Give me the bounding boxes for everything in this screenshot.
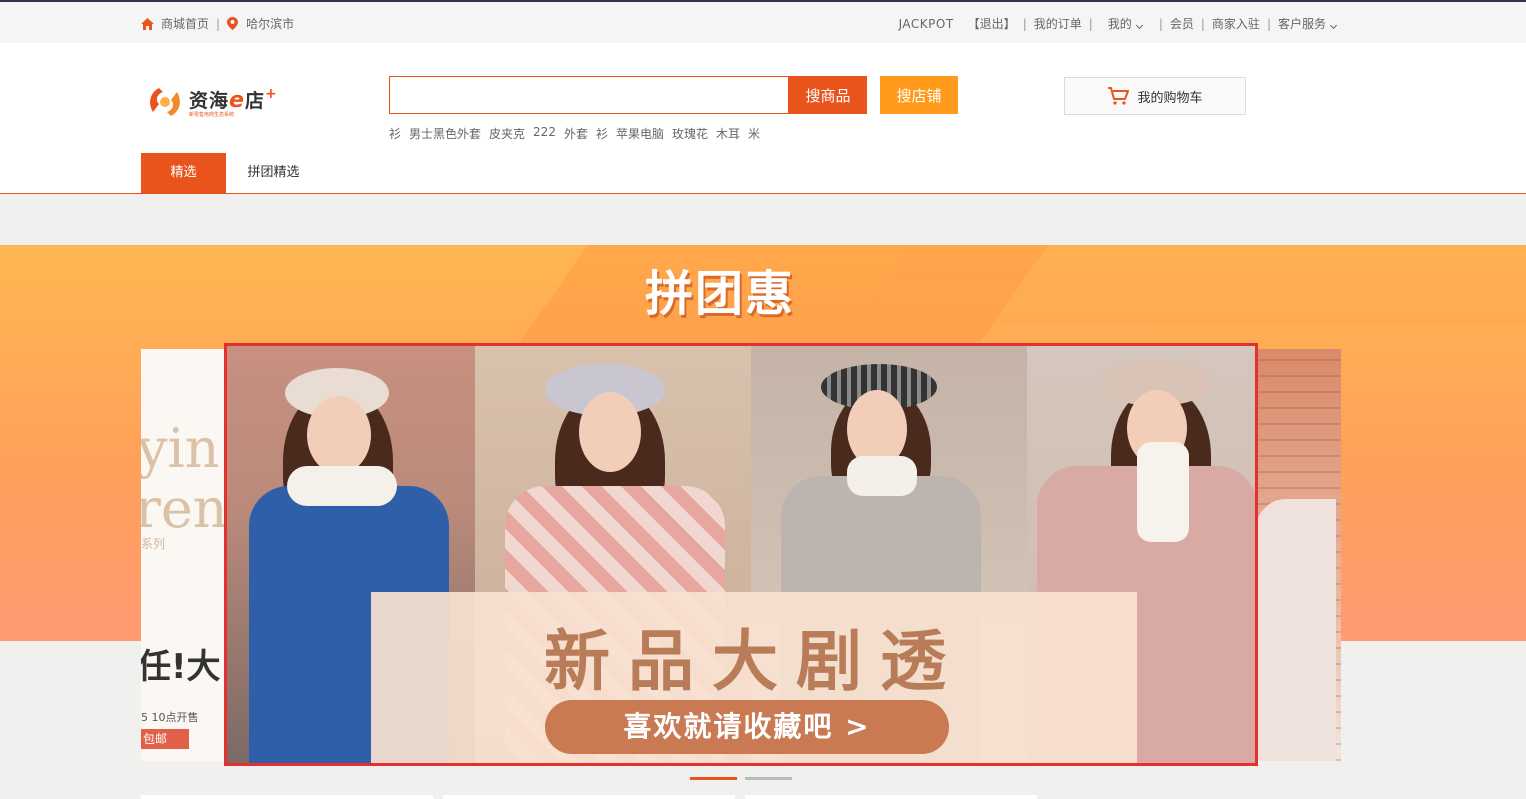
top-bar-left: 商城首页 | 哈尔滨市 [141,15,294,32]
product-card[interactable] [141,795,433,799]
site-logo[interactable]: 资海e店+ 新零售电商生态系统 [145,78,305,126]
logo-text-a: 资海 [189,90,230,112]
top-bar: 商城首页 | 哈尔滨市 JACKPOT 【退出】 | 我的订单 | 我的 | 会… [0,2,1526,43]
product-cards-row [141,795,1341,799]
shopping-cart-icon [1108,87,1130,105]
slide-text: ren [141,477,228,540]
customer-service-label: 客户服务 [1277,17,1326,31]
coat-image [1256,499,1336,761]
tab-group-buy-featured[interactable]: 拼团精选 [226,153,321,193]
hot-word[interactable]: 米 [748,125,760,142]
my-account-menu[interactable]: 我的 [1107,15,1143,32]
separator: | [1022,16,1027,31]
search-shop-button[interactable]: 搜店铺 [880,76,958,114]
carousel-active-slide[interactable]: 新品大剧透 喜欢就请收藏吧 > [224,343,1258,766]
top-bar-right: JACKPOT 【退出】 | 我的订单 | 我的 | 会员 | 商家入驻 | 客… [899,15,1338,32]
separator: | [1200,16,1205,31]
banner-decoration [857,245,1526,325]
hot-search-words: 衫 男士黑色外套 皮夹克 222 外套 衫 苹果电脑 玫瑰花 木耳 米 [389,125,768,142]
shopping-cart-button[interactable]: 我的购物车 [1064,77,1246,115]
slide-badge: 包邮 [141,729,189,749]
separator: | [1266,16,1271,31]
logo-plus: + [264,86,278,102]
slide-text: 任!大 [141,647,221,687]
hot-word[interactable]: 衫 [596,125,608,142]
content-background [0,194,1526,245]
slide-text: yin [141,417,220,480]
city-selector[interactable]: 哈尔滨市 [246,15,294,32]
separator: | [1088,16,1093,31]
tab-featured[interactable]: 精选 [141,153,226,193]
mall-home-link[interactable]: 商城首页 [161,15,209,32]
my-orders-link[interactable]: 我的订单 [1034,15,1082,32]
chevron-down-icon [1329,21,1338,30]
logo-text-e: e [229,88,245,113]
logo-text: 资海e店+ 新零售电商生态系统 [189,86,278,118]
separator: | [1158,16,1163,31]
logo-mark-icon [150,88,180,116]
search-input[interactable] [390,77,788,113]
cart-label: 我的购物车 [1137,90,1203,106]
search-goods-button[interactable]: 搜商品 [789,76,867,114]
carousel-dot-1[interactable] [690,777,737,780]
hot-word[interactable]: 玫瑰花 [672,125,708,142]
favorite-promo-button[interactable]: 喜欢就请收藏吧 > [545,700,949,754]
logo-title: 资海e店+ [189,86,278,113]
logo-text-b: 店 [244,90,265,112]
my-account-label: 我的 [1107,17,1132,31]
carousel-next-slide[interactable] [1256,349,1341,761]
slide-text: 系列 [141,537,166,551]
hot-word[interactable]: 222 [533,125,556,142]
carousel-prev-slide[interactable]: yin ren 系列 任!大 5 10点开售 包邮 [141,349,231,761]
chevron-down-icon [1135,21,1143,30]
hot-word[interactable]: 男士黑色外套 [409,125,481,142]
hot-word[interactable]: 苹果电脑 [616,125,664,142]
hot-word[interactable]: 木耳 [716,125,740,142]
username-link[interactable]: JACKPOT [899,17,954,31]
separator: | [216,16,221,31]
carousel-indicators [690,777,800,780]
logout-link[interactable]: 【退出】 [968,15,1016,32]
product-card[interactable] [745,795,1037,799]
slide-text: 5 10点开售 [141,711,199,724]
group-buy-title: 拼团惠 [644,266,795,322]
location-pin-icon [227,17,239,30]
promo-overlay: 新品大剧透 喜欢就请收藏吧 > [371,592,1137,763]
merchant-join-link[interactable]: 商家入驻 [1212,15,1260,32]
home-icon [141,17,154,30]
carousel-dot-2[interactable] [745,777,792,780]
member-link[interactable]: 会员 [1170,15,1194,32]
promo-title: 新品大剧透 [544,623,964,700]
customer-service-menu[interactable]: 客户服务 [1277,15,1338,32]
category-nav: 精选 拼团精选 [0,153,1526,194]
hot-word[interactable]: 皮夹克 [489,125,525,142]
hot-word[interactable]: 外套 [564,125,588,142]
hot-word[interactable]: 衫 [389,125,401,142]
product-card[interactable] [443,795,735,799]
search-box [389,76,789,114]
